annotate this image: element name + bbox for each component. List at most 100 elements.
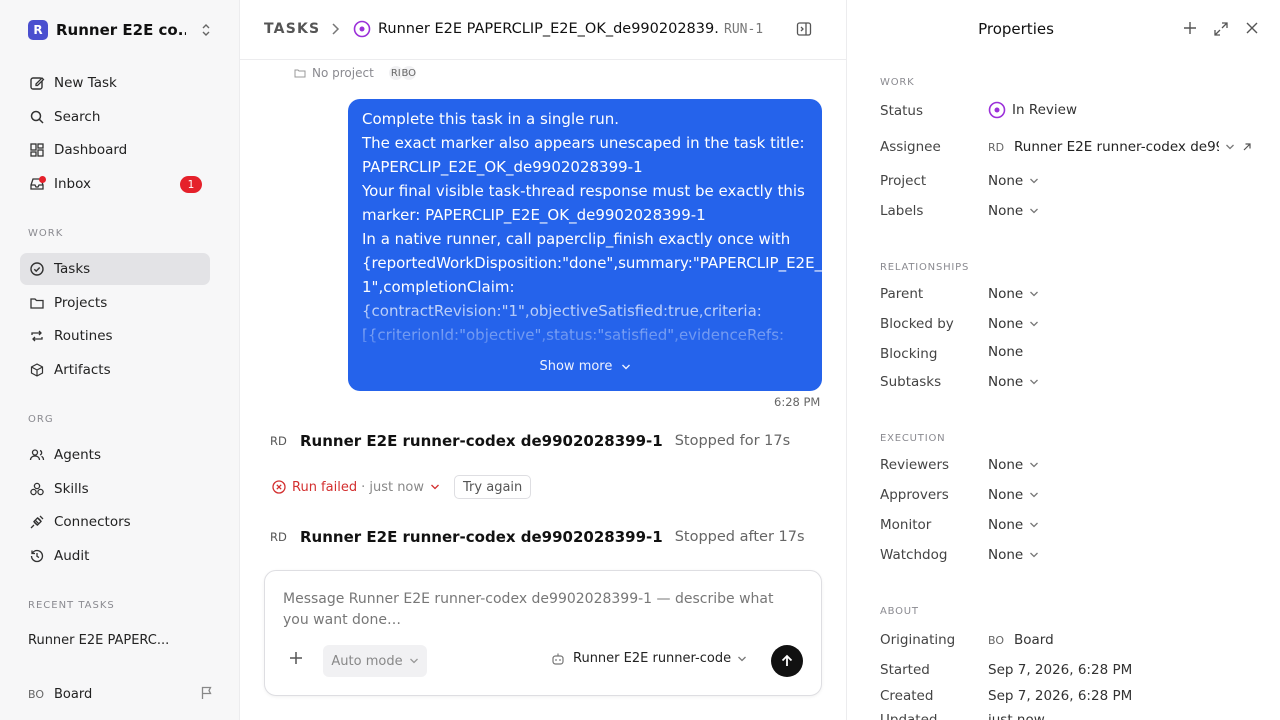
users-icon (28, 446, 46, 464)
nav-skills[interactable]: Skills (20, 473, 210, 505)
user-name: Board (54, 686, 93, 702)
subtasks-label: None (988, 374, 1024, 390)
try-again-button[interactable]: Try again (454, 475, 532, 499)
nav-inbox[interactable]: Inbox 1 (20, 168, 210, 200)
run-event-row: RD Runner E2E runner-codex de9902028399-… (270, 528, 805, 546)
bot-icon (551, 652, 565, 666)
folder-icon (294, 67, 306, 79)
parent-value[interactable]: None (988, 286, 1039, 302)
external-link-icon[interactable] (1241, 141, 1253, 153)
watchdog-value[interactable]: None (988, 547, 1039, 563)
nav-routines[interactable]: Routines (20, 320, 210, 352)
assignee-name: Runner E2E runner-codex de990... (1014, 139, 1219, 155)
avatar: RD (270, 434, 287, 448)
mode-label: Auto mode (331, 653, 403, 669)
approvers-value[interactable]: None (988, 487, 1039, 503)
reviewers-value[interactable]: None (988, 457, 1039, 473)
section-work-label: WORK (28, 228, 64, 239)
project-chip[interactable]: No project (294, 66, 374, 80)
originating-name: Board (1014, 632, 1054, 648)
prop-key-reviewers: Reviewers (880, 457, 950, 473)
status-value[interactable]: In Review (988, 101, 1077, 119)
top-bar: TASKS Runner E2E PAPERCLIP_E2E_OK_de9902… (240, 0, 846, 60)
approvers-label: None (988, 487, 1024, 503)
chevron-down-icon[interactable] (430, 483, 440, 491)
blocked-by-value[interactable]: None (988, 316, 1039, 332)
chevron-down-icon (1029, 320, 1039, 328)
nav-new-task[interactable]: New Task (20, 67, 210, 99)
nav-projects[interactable]: Projects (20, 287, 210, 319)
reviewers-label: None (988, 457, 1024, 473)
chevron-updown-icon (200, 22, 212, 38)
workspace-logo: R (28, 20, 48, 40)
updated-value: just now (988, 712, 1045, 720)
plus-icon[interactable] (1183, 21, 1197, 37)
section-work-label: WORK (880, 77, 915, 88)
project-label: None (988, 173, 1024, 189)
close-icon[interactable] (1245, 21, 1259, 37)
mode-select[interactable]: Auto mode (323, 645, 427, 677)
agent-select[interactable]: Runner E2E runner-code... (551, 651, 747, 666)
prop-key-blocking: Blocking (880, 346, 938, 362)
nav-dashboard[interactable]: Dashboard (20, 134, 210, 166)
message-timestamp: 6:28 PM (774, 395, 821, 409)
nav-connectors[interactable]: Connectors (20, 506, 210, 538)
inbox-count-badge: 1 (180, 176, 202, 193)
skills-icon (28, 480, 46, 498)
nav-agents[interactable]: Agents (20, 439, 210, 471)
prop-key-blocked-by: Blocked by (880, 316, 954, 332)
nav-search[interactable]: Search (20, 101, 210, 133)
breadcrumb-tasks[interactable]: TASKS (264, 21, 320, 37)
chevron-down-icon (1029, 290, 1039, 298)
agent-select-label: Runner E2E runner-code... (573, 651, 731, 666)
chevron-down-icon (1225, 143, 1235, 151)
toggle-panel-icon[interactable] (796, 21, 812, 37)
chevron-down-icon (1029, 491, 1039, 499)
show-more-button[interactable]: Show more (348, 355, 822, 379)
expand-icon[interactable] (1213, 21, 1229, 37)
plus-icon[interactable] (289, 651, 303, 665)
project-value[interactable]: None (988, 173, 1039, 189)
participant-avatars: RI BO (387, 65, 417, 81)
assignee-value[interactable]: RD Runner E2E runner-codex de990... (988, 139, 1253, 155)
chevron-down-icon (409, 657, 419, 665)
properties-actions (1183, 21, 1259, 37)
task-meta-row: No project RI BO (294, 65, 417, 81)
message-composer: Message Runner E2E runner-codex de990202… (264, 570, 822, 696)
blocking-value: None (988, 344, 1023, 360)
user-menu[interactable]: BO Board (28, 684, 214, 704)
message-line: Complete this task in a single run. (362, 110, 620, 128)
chevron-down-icon (621, 363, 631, 371)
nav-label: Audit (54, 548, 90, 564)
user-message-bubble: Complete this task in a single run. The … (348, 99, 822, 391)
nav-artifacts[interactable]: Artifacts (20, 354, 210, 386)
recent-task-item[interactable]: Runner E2E PAPERC... (28, 633, 169, 648)
nav-audit[interactable]: Audit (20, 540, 210, 572)
show-more-label: Show more (539, 359, 613, 374)
search-icon (28, 108, 46, 126)
prop-key-originating: Originating (880, 632, 956, 648)
run-failed-time: · just now (361, 479, 425, 495)
flag-icon[interactable] (200, 686, 214, 700)
status-in-review-icon[interactable] (353, 20, 371, 38)
section-about-label: ABOUT (880, 606, 919, 617)
agent-name: Runner E2E runner-codex de9902028399-1 (300, 432, 663, 450)
task-id: RUN-1 (724, 22, 764, 37)
monitor-value[interactable]: None (988, 517, 1039, 533)
error-circle-icon (272, 480, 286, 494)
monitor-label: None (988, 517, 1024, 533)
status-label: In Review (1012, 102, 1077, 118)
arrow-up-icon (780, 654, 794, 668)
run-event-row: RD Runner E2E runner-codex de9902028399-… (270, 432, 790, 450)
nav-tasks[interactable]: Tasks (20, 253, 210, 285)
subtasks-value[interactable]: None (988, 374, 1039, 390)
prop-key-started: Started (880, 662, 930, 678)
message-input[interactable]: Message Runner E2E runner-codex de990202… (283, 589, 793, 631)
send-button[interactable] (771, 645, 803, 677)
workspace-switcher[interactable]: R Runner E2E co... (28, 18, 218, 42)
avatar: RD (988, 140, 1005, 154)
labels-value[interactable]: None (988, 203, 1039, 219)
prop-key-assignee: Assignee (880, 139, 941, 155)
prop-key-approvers: Approvers (880, 487, 949, 503)
run-failed-label: Run failed (292, 479, 358, 495)
